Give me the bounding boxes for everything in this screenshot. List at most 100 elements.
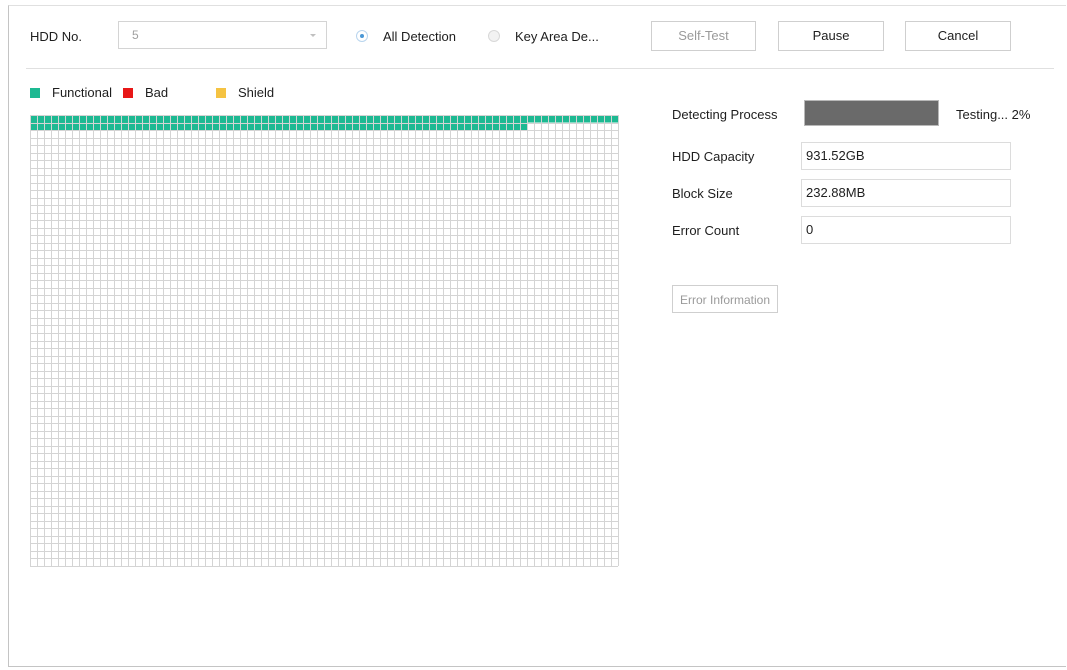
block-cell-functional <box>51 115 58 123</box>
block-cell-functional <box>352 115 359 123</box>
block-cell-functional <box>366 115 373 123</box>
block-cell-functional <box>429 115 436 123</box>
legend-functional-swatch <box>30 88 40 98</box>
block-cell-functional <box>205 115 212 123</box>
block-cell-functional <box>149 115 156 123</box>
block-cell-functional <box>163 115 170 123</box>
block-cell-functional <box>37 115 44 123</box>
block-cell-functional <box>58 115 65 123</box>
block-cell-functional <box>303 115 310 123</box>
block-cell-functional <box>562 115 569 123</box>
block-cell-functional <box>597 115 604 123</box>
block-cell-functional <box>485 115 492 123</box>
block-cell-functional <box>380 115 387 123</box>
block-cell-functional <box>569 115 576 123</box>
block-size-field: 232.88MB <box>801 179 1011 207</box>
block-cell-functional <box>450 115 457 123</box>
error-information-button[interactable]: Error Information <box>672 285 778 313</box>
block-cell-functional <box>583 115 590 123</box>
block-cell-functional <box>506 115 513 123</box>
block-cell-functional <box>100 115 107 123</box>
block-cell-functional <box>513 115 520 123</box>
block-cell-functional <box>268 115 275 123</box>
all-detection-radio[interactable] <box>356 30 368 42</box>
block-cell-functional <box>408 115 415 123</box>
legend-shield-label: Shield <box>238 85 275 100</box>
block-cell-functional <box>86 115 93 123</box>
block-cell-functional <box>548 115 555 123</box>
block-cell-functional <box>555 115 562 123</box>
block-cell-functional <box>114 115 121 123</box>
block-cell-functional <box>93 115 100 123</box>
progress-status-text: Testing... 2% <box>956 107 1031 122</box>
block-cell-functional <box>345 115 352 123</box>
block-cell-functional <box>499 115 506 123</box>
legend-shield-swatch <box>216 88 226 98</box>
block-cell-functional <box>135 115 142 123</box>
block-cell-functional <box>156 115 163 123</box>
block-cell-functional <box>457 115 464 123</box>
block-cell-functional <box>128 115 135 123</box>
chevron-down-icon <box>310 34 316 37</box>
block-cell-functional <box>422 115 429 123</box>
block-cell-functional <box>415 115 422 123</box>
hdd-no-value: 5 <box>132 28 139 42</box>
block-cell-functional <box>394 115 401 123</box>
block-cell-functional <box>611 115 618 123</box>
block-cell-functional <box>492 115 499 123</box>
block-cell-functional <box>233 115 240 123</box>
block-cell-functional <box>177 115 184 123</box>
block-cell-functional <box>219 115 226 123</box>
all-detection-label[interactable]: All Detection <box>383 29 456 44</box>
block-cell-functional <box>142 115 149 123</box>
block-cell-functional <box>296 115 303 123</box>
block-cell-functional <box>527 115 534 123</box>
block-cell-functional <box>373 115 380 123</box>
block-cell-functional <box>289 115 296 123</box>
progress-fill <box>805 101 938 125</box>
hdd-no-select[interactable]: 5 <box>118 21 327 49</box>
block-cell-functional <box>359 115 366 123</box>
block-cell-functional <box>240 115 247 123</box>
block-cell-functional <box>65 115 72 123</box>
block-cell-functional <box>184 115 191 123</box>
block-cell-functional <box>44 115 51 123</box>
block-cell-functional <box>282 115 289 123</box>
block-cell-functional <box>590 115 597 123</box>
block-grid-lines <box>30 115 619 567</box>
block-cell-functional <box>170 115 177 123</box>
block-cell-functional <box>401 115 408 123</box>
block-cell-functional <box>198 115 205 123</box>
block-cell-functional <box>191 115 198 123</box>
error-count-label: Error Count <box>672 223 740 238</box>
block-cell-functional <box>324 115 331 123</box>
legend-bad-swatch <box>123 88 133 98</box>
key-area-label[interactable]: Key Area De... <box>515 29 599 44</box>
legend-functional-label: Functional <box>52 85 112 100</box>
block-cell-functional <box>275 115 282 123</box>
block-cell-functional <box>471 115 478 123</box>
block-cell-functional <box>520 115 527 123</box>
block-cell-functional <box>121 115 128 123</box>
key-area-radio[interactable] <box>488 30 500 42</box>
block-cell-functional <box>436 115 443 123</box>
block-cell-functional <box>254 115 261 123</box>
block-cell-functional <box>478 115 485 123</box>
cancel-button[interactable]: Cancel <box>905 21 1011 51</box>
block-cell-functional <box>310 115 317 123</box>
block-cell-functional <box>534 115 541 123</box>
block-cell-functional <box>331 115 338 123</box>
block-cell-functional <box>464 115 471 123</box>
block-cell-functional <box>387 115 394 123</box>
hdd-no-label: HDD No. <box>30 29 83 44</box>
pause-button[interactable]: Pause <box>778 21 884 51</box>
block-cell-functional <box>107 115 114 123</box>
block-cell-functional <box>317 115 324 123</box>
self-test-button[interactable]: Self-Test <box>651 21 756 51</box>
hdd-capacity-field: 931.52GB <box>801 142 1011 170</box>
block-cell-functional <box>576 115 583 123</box>
block-cell-functional <box>30 115 37 123</box>
block-cell-functional <box>212 115 219 123</box>
block-cell-functional <box>604 115 611 123</box>
detecting-process-label: Detecting Process <box>672 107 778 122</box>
